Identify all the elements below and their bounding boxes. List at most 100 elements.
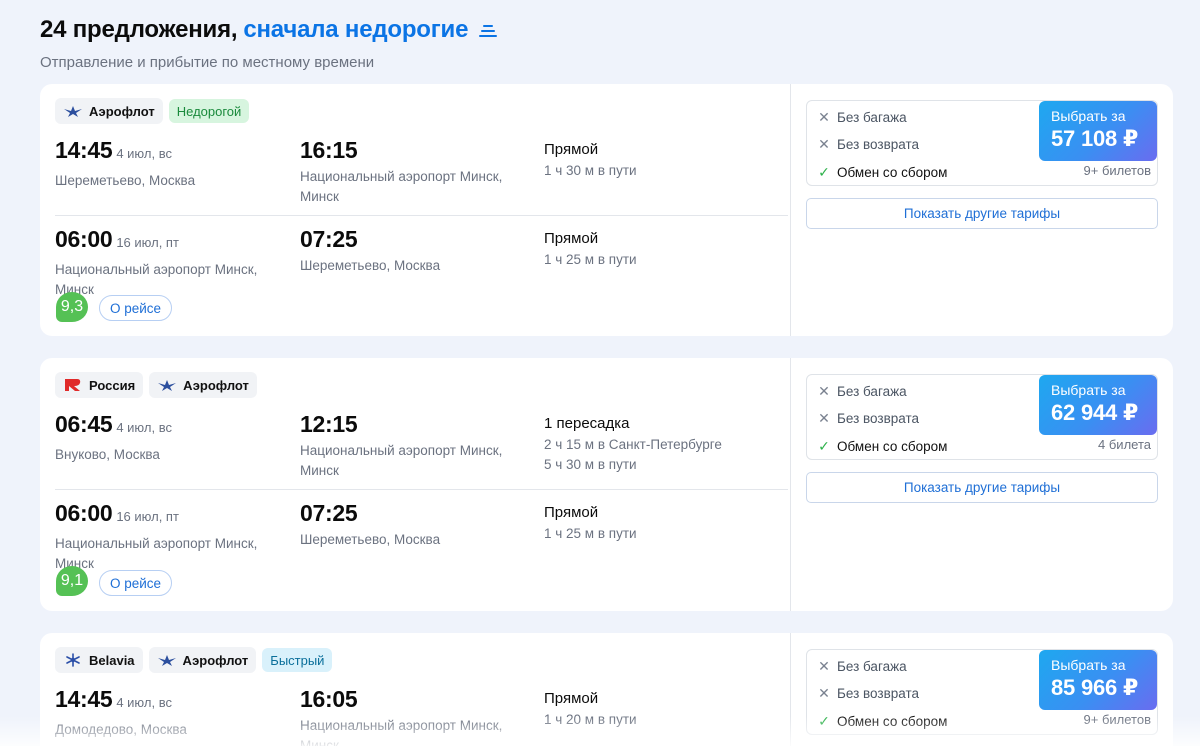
cheap-badge: Недорогой: [168, 99, 250, 123]
cross-icon: ✕: [818, 685, 830, 701]
belavia-logo-icon: [63, 653, 83, 667]
carrier-chip: Аэрофлот: [55, 98, 163, 124]
departure-airport: Домодедово, Москва: [55, 722, 187, 737]
departure-airport: Внуково, Москва: [55, 447, 160, 462]
route-type: Прямой: [544, 504, 599, 521]
departure-airport: Шереметьево, Москва: [55, 173, 196, 188]
offer-card[interactable]: Аэрофлот Недорогой 14:45 4 июл, вс Шереме…: [40, 84, 1173, 336]
departure-date: 4 июл, вс: [116, 420, 172, 435]
departure-date: 4 июл, вс: [116, 146, 172, 161]
leg-divider: [55, 489, 788, 490]
exchange-option: ✓ Обмен со сбором: [818, 164, 948, 180]
fast-badge: Быстрый: [262, 648, 333, 672]
duration: 1 ч 20 м в пути: [544, 712, 637, 727]
carrier-list: Аэрофлот Недорогой: [55, 98, 250, 124]
cross-icon: ✕: [818, 383, 830, 399]
sort-icon[interactable]: [478, 20, 498, 40]
offer-price: 85 966 ₽: [1051, 675, 1139, 700]
show-other-tariffs-button[interactable]: Показать другие тарифы: [806, 198, 1158, 229]
departure-date: 4 июл, вс: [116, 695, 172, 710]
offer-card[interactable]: Belavia Аэрофлот Быстрый 14:45 4 июл, вс …: [40, 633, 1173, 746]
cross-icon: ✕: [818, 136, 830, 152]
duration: 1 ч 25 м в пути: [544, 526, 637, 541]
arrival-time: 07:25: [300, 226, 358, 252]
carrier-chip: Аэрофлот: [148, 647, 257, 673]
arrival-time: 07:25: [300, 500, 358, 526]
offer-price-panel: ✕ Без багажа ✕ Без возврата ✓ Обмен со сбор…: [790, 358, 1173, 611]
page-title: 24 предложения, сначала недорогие: [40, 16, 498, 44]
local-time-note: Отправление и прибытие по местному време…: [40, 54, 375, 71]
select-offer-button[interactable]: Выбрать за 62 944 ₽: [1039, 375, 1157, 435]
cross-icon: ✕: [818, 658, 830, 674]
offer-price: 57 108 ₽: [1051, 126, 1139, 151]
rating-badge: 9,1: [56, 566, 88, 596]
arrival-airport: Национальный аэропорт Минск, Минск: [300, 169, 503, 204]
tariff-summary: ✕ Без багажа ✕ Без возврата ✓ Обмен со сбор…: [806, 100, 1158, 186]
no-baggage-option: ✕ Без багажа: [818, 658, 907, 674]
tariff-summary: ✕ Без багажа ✕ Без возврата ✓ Обмен со сбор…: [806, 374, 1158, 460]
check-icon: ✓: [818, 713, 830, 729]
layover-info: 2 ч 15 м в Санкт-Петербурге: [544, 437, 722, 452]
departure-airport: Национальный аэропорт Минск, Минск: [55, 262, 258, 297]
no-refund-option: ✕ Без возврата: [818, 136, 920, 152]
exchange-option: ✓ Обмен со сбором: [818, 713, 948, 729]
offer-itinerary: Аэрофлот Недорогой 14:45 4 июл, вс Шереме…: [40, 84, 790, 336]
tickets-left: 4 билета: [1098, 437, 1151, 452]
no-refund-option: ✕ Без возврата: [818, 410, 920, 426]
route-type: Прямой: [544, 141, 599, 158]
rating-badge: 9,3: [56, 292, 88, 322]
arrival-airport: Шереметьево, Москва: [300, 532, 441, 547]
show-other-tariffs-button[interactable]: Показать другие тарифы: [806, 472, 1158, 503]
about-flight-button[interactable]: О рейсе: [99, 295, 173, 321]
check-icon: ✓: [818, 164, 830, 180]
aeroflot-logo-icon: [157, 653, 177, 667]
departure-time: 14:45: [55, 686, 113, 712]
check-icon: ✓: [818, 438, 830, 454]
offer-price: 62 944 ₽: [1051, 400, 1139, 425]
offer-itinerary: Belavia Аэрофлот Быстрый 14:45 4 июл, вс …: [40, 633, 790, 746]
offer-itinerary: Россия Аэрофлот 06:45 4 июл, вс Внуково, …: [40, 358, 790, 611]
route-type: Прямой: [544, 230, 599, 247]
offer-price-panel: ✕ Без багажа ✕ Без возврата ✓ Обмен со сбор…: [790, 633, 1173, 746]
route-type: Прямой: [544, 690, 599, 707]
offers-count: 24 предложения,: [40, 16, 238, 43]
exchange-option: ✓ Обмен со сбором: [818, 438, 948, 454]
departure-airport: Национальный аэропорт Минск, Минск: [55, 536, 258, 571]
leg-divider: [55, 215, 788, 216]
aeroflot-logo-icon: [157, 378, 177, 392]
sort-toggle[interactable]: сначала недорогие: [243, 16, 468, 44]
arrival-time: 16:05: [300, 686, 358, 712]
carrier-list: Belavia Аэрофлот Быстрый: [55, 647, 333, 673]
departure-time: 06:00: [55, 500, 113, 526]
aeroflot-logo-icon: [63, 104, 83, 118]
no-baggage-option: ✕ Без багажа: [818, 109, 907, 125]
no-baggage-option: ✕ Без багажа: [818, 383, 907, 399]
carrier-chip: Россия: [55, 372, 144, 398]
cross-icon: ✕: [818, 109, 830, 125]
departure-date: 16 июл, пт: [116, 509, 179, 524]
no-refund-option: ✕ Без возврата: [818, 685, 920, 701]
carrier-chip: Belavia: [55, 647, 143, 673]
departure-time: 06:45: [55, 411, 113, 437]
results-header: 24 предложения, сначала недорогие Отправ…: [40, 16, 498, 71]
carrier-list: Россия Аэрофлот: [55, 372, 257, 398]
arrival-airport: Национальный аэропорт Минск, Минск: [300, 443, 503, 478]
duration: 1 ч 30 м в пути: [544, 163, 637, 178]
carrier-chip: Аэрофлот: [149, 372, 257, 398]
select-offer-button[interactable]: Выбрать за 85 966 ₽: [1039, 650, 1157, 710]
arrival-airport: Национальный аэропорт Минск, Минск: [300, 718, 503, 746]
tickets-left: 9+ билетов: [1083, 712, 1151, 727]
offer-price-panel: ✕ Без багажа ✕ Без возврата ✓ Обмен со сбор…: [790, 84, 1173, 336]
route-type: 1 пересадка: [544, 415, 630, 432]
duration: 1 ч 25 м в пути: [544, 252, 637, 267]
tickets-left: 9+ билетов: [1083, 163, 1151, 178]
departure-time: 06:00: [55, 226, 113, 252]
offer-card[interactable]: Россия Аэрофлот 06:45 4 июл, вс Внуково, …: [40, 358, 1173, 611]
about-flight-button[interactable]: О рейсе: [99, 570, 173, 596]
departure-time: 14:45: [55, 137, 113, 163]
arrival-time: 12:15: [300, 411, 358, 437]
departure-date: 16 июл, пт: [116, 235, 179, 250]
rossiya-logo-icon: [63, 378, 83, 392]
tariff-summary: ✕ Без багажа ✕ Без возврата ✓ Обмен со сбор…: [806, 649, 1158, 735]
select-offer-button[interactable]: Выбрать за 57 108 ₽: [1039, 101, 1157, 161]
